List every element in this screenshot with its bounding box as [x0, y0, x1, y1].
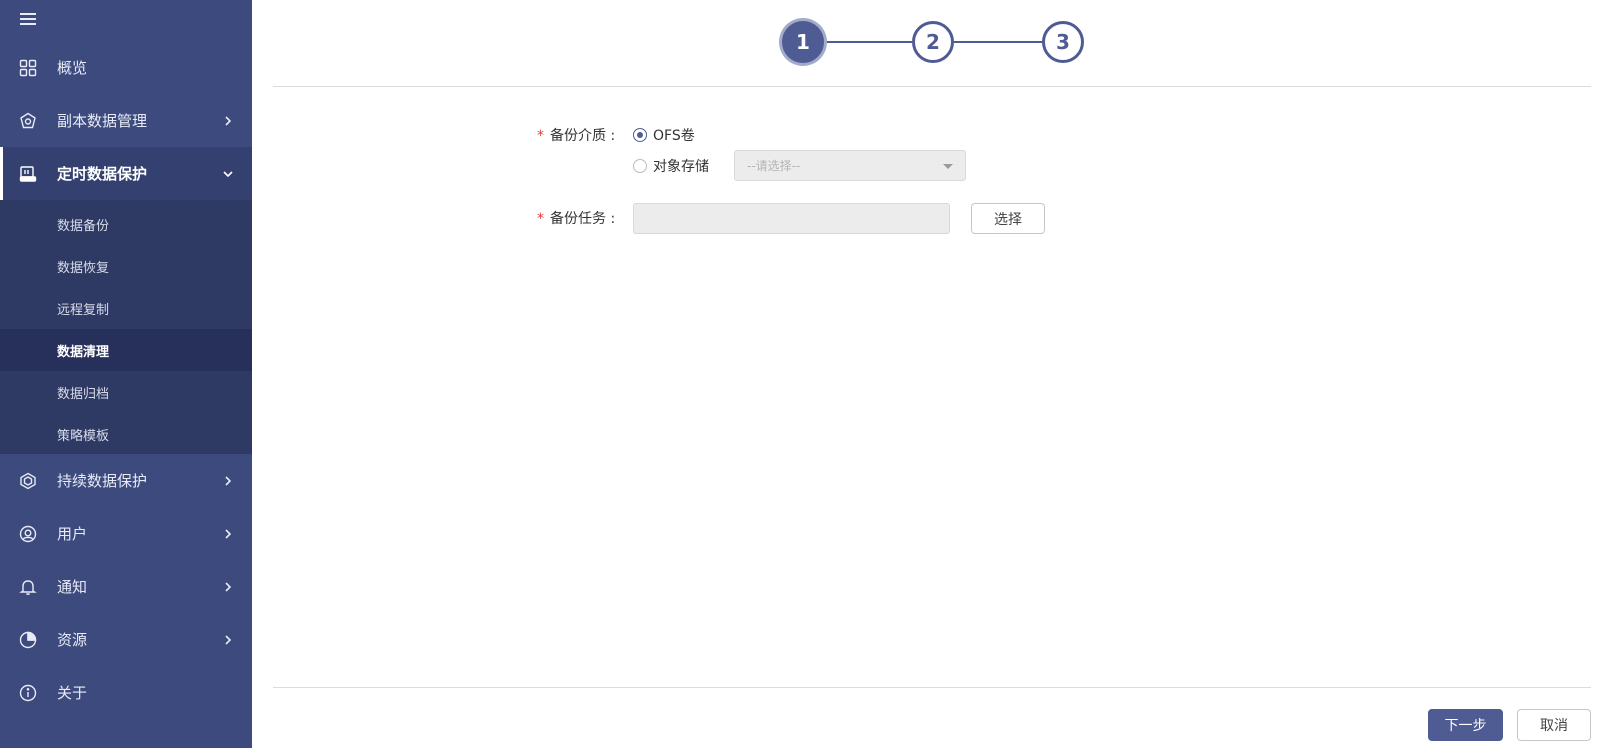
radio-object-storage[interactable]: 对象存储 — [633, 156, 709, 176]
radio-label: OFS卷 — [653, 128, 695, 144]
sidebar-item-label: 关于 — [57, 684, 88, 702]
sidebar-item-about[interactable]: 关于 — [0, 666, 252, 719]
sidebar-item-continuous-protection[interactable]: 持续数据保护 — [0, 454, 252, 507]
cancel-button[interactable]: 取消 — [1517, 709, 1591, 741]
submenu-item-remote-copy[interactable]: 远程复制 — [0, 287, 252, 329]
required-mark: * — [537, 211, 544, 227]
sidebar-item-label: 副本数据管理 — [57, 112, 148, 130]
submenu-scheduled-protection: 数据备份 数据恢复 远程复制 数据清理 数据归档 策略模板 — [0, 200, 252, 454]
submenu-item-restore[interactable]: 数据恢复 — [0, 245, 252, 287]
schedule-disk-icon — [18, 164, 38, 184]
radio-label: 对象存储 — [653, 159, 709, 175]
chevron-down-icon — [223, 170, 233, 177]
chevron-right-icon — [225, 581, 232, 592]
menu-toggle-icon[interactable] — [20, 13, 36, 27]
select-placeholder: --请选择-- — [747, 159, 801, 173]
step-3: 3 — [1042, 21, 1084, 63]
info-icon — [18, 683, 38, 703]
radio-ofs-volume[interactable]: OFS卷 — [633, 125, 695, 145]
select-task-button[interactable]: 选择 — [971, 203, 1045, 234]
sidebar-item-label: 资源 — [57, 631, 88, 649]
sidebar-item-scheduled-protection[interactable]: 定时数据保护 — [0, 147, 252, 200]
sidebar: 概览 副本数据管理 定时数据保护 数据备份 数据恢复 远程复制 数据清理 数据归… — [0, 0, 252, 748]
footer-divider — [273, 687, 1591, 688]
sidebar-item-overview[interactable]: 概览 — [0, 41, 252, 94]
step-connector — [954, 41, 1044, 43]
wizard-stepper: 1 2 3 — [780, 19, 1086, 65]
continuous-icon — [18, 471, 38, 491]
sidebar-item-label: 定时数据保护 — [57, 165, 148, 183]
backup-task-input[interactable] — [633, 203, 950, 234]
chevron-right-icon — [225, 528, 232, 539]
step-1: 1 — [782, 21, 824, 63]
next-step-button[interactable]: 下一步 — [1428, 709, 1503, 741]
submenu-item-backup[interactable]: 数据备份 — [0, 203, 252, 245]
backup-media-label: * 备份介质 : — [537, 128, 616, 144]
step-connector — [822, 41, 912, 43]
grid-icon — [18, 58, 38, 78]
sidebar-item-label: 通知 — [57, 578, 88, 596]
chevron-right-icon — [225, 115, 232, 126]
pie-icon — [18, 630, 38, 650]
sidebar-item-label: 概览 — [57, 59, 88, 77]
required-mark: * — [537, 128, 544, 144]
sidebar-item-label: 用户 — [57, 525, 88, 543]
replica-icon — [18, 111, 38, 131]
radio-button[interactable] — [633, 159, 647, 173]
sidebar-item-label: 持续数据保护 — [57, 472, 148, 490]
user-icon — [18, 524, 38, 544]
sidebar-item-notifications[interactable]: 通知 — [0, 560, 252, 613]
step-2: 2 — [912, 21, 954, 63]
sidebar-item-users[interactable]: 用户 — [0, 507, 252, 560]
chevron-right-icon — [225, 634, 232, 645]
submenu-item-cleanup[interactable]: 数据清理 — [0, 329, 252, 371]
sidebar-item-replica-data[interactable]: 副本数据管理 — [0, 94, 252, 147]
sidebar-item-resources[interactable]: 资源 — [0, 613, 252, 666]
radio-button-checked[interactable] — [633, 128, 647, 142]
object-storage-select[interactable]: --请选择-- — [734, 150, 966, 181]
submenu-item-policy-template[interactable]: 策略模板 — [0, 413, 252, 455]
header-divider — [273, 86, 1591, 87]
chevron-right-icon — [225, 475, 232, 486]
bell-icon — [18, 577, 38, 597]
caret-down-icon — [943, 164, 953, 169]
backup-task-label: * 备份任务 : — [537, 211, 616, 227]
submenu-item-archive[interactable]: 数据归档 — [0, 371, 252, 413]
